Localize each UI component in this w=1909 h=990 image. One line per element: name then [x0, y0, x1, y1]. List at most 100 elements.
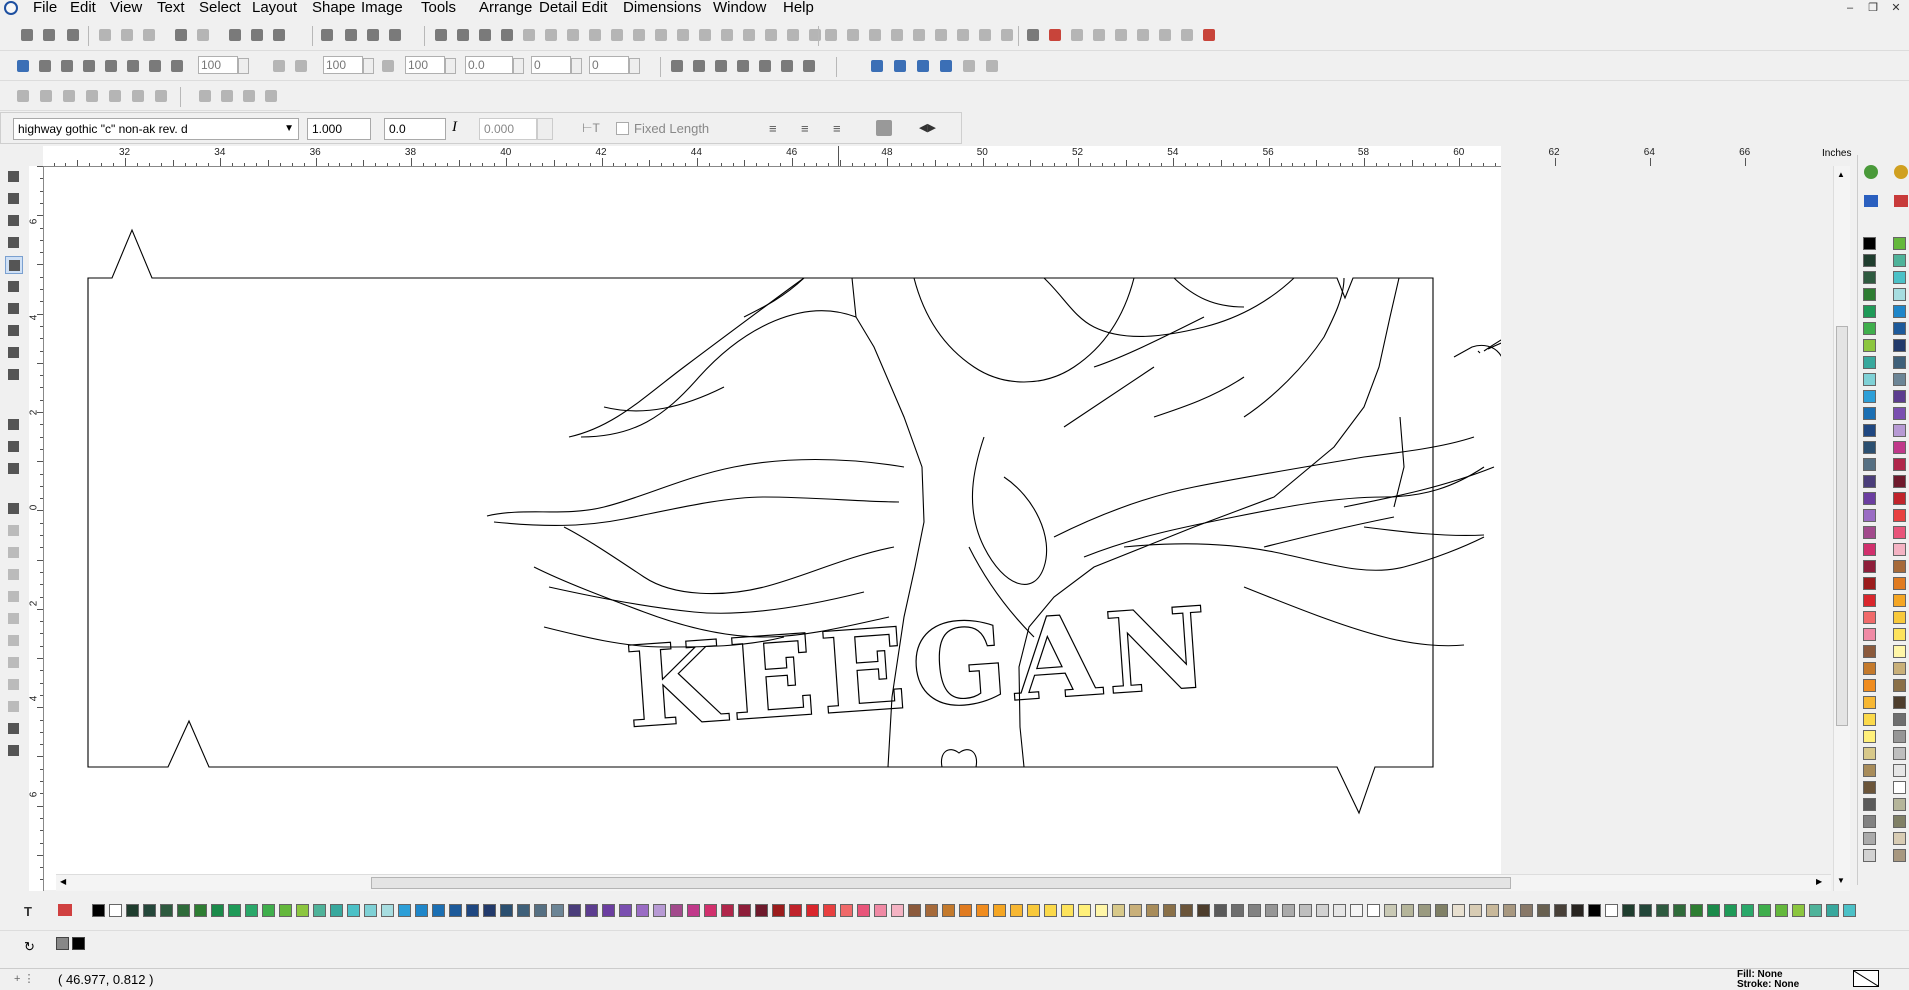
palette-swatch[interactable] — [1863, 764, 1876, 777]
fixed-length-checkbox[interactable] — [616, 122, 629, 135]
palette-swatch[interactable] — [1316, 904, 1329, 917]
palette-swatch[interactable] — [1863, 815, 1876, 828]
palette-swatch[interactable] — [330, 904, 343, 917]
palette-swatch[interactable] — [755, 904, 768, 917]
toolbar-print-icon[interactable] — [226, 26, 244, 44]
palette-swatch[interactable] — [347, 904, 360, 917]
palette-swatch[interactable] — [1863, 492, 1876, 505]
palette-swatch[interactable] — [398, 904, 411, 917]
menu-edit[interactable]: Edit — [70, 0, 96, 17]
toolbar-paste-icon[interactable] — [140, 26, 158, 44]
palette-swatch[interactable] — [959, 904, 972, 917]
toolbar-blend-0-icon[interactable] — [270, 57, 288, 75]
palette-swatch[interactable] — [1163, 904, 1176, 917]
palette-swatch[interactable] — [1893, 271, 1906, 284]
toolbar-detail-0-icon[interactable] — [1024, 26, 1042, 44]
toolbar-detail-6-icon[interactable] — [1156, 26, 1174, 44]
palette-swatch[interactable] — [1863, 458, 1876, 471]
close-button[interactable]: ✕ — [1885, 0, 1907, 16]
toolbar-transparency-icon[interactable] — [379, 57, 397, 75]
palette-swatch[interactable] — [721, 904, 734, 917]
palette-swatch[interactable] — [1588, 904, 1601, 917]
toolbar-next-object-icon[interactable] — [364, 26, 382, 44]
palette-swatch[interactable] — [704, 904, 717, 917]
toolbar-node-2-icon[interactable] — [60, 87, 78, 105]
toolbar-detail-1-icon[interactable] — [1046, 26, 1064, 44]
toolbar-new-icon[interactable] — [18, 26, 36, 44]
toolbar-transform-1-icon[interactable] — [690, 57, 708, 75]
toolbar-help-icon[interactable] — [248, 26, 266, 44]
toolbar-attr-0-icon[interactable] — [14, 57, 32, 75]
palette-swatch[interactable] — [1863, 543, 1876, 556]
toolbar-save-icon[interactable] — [64, 26, 82, 44]
palette-swatch[interactable] — [1863, 373, 1876, 386]
toolbar-node-4-icon[interactable] — [106, 87, 124, 105]
palette-swatch[interactable] — [1863, 509, 1876, 522]
palette-swatch[interactable] — [381, 904, 394, 917]
menu-window[interactable]: Window — [713, 0, 766, 17]
palette-swatch[interactable] — [1622, 904, 1635, 917]
palette-swatch[interactable] — [1863, 730, 1876, 743]
toolbar-blend-1-icon[interactable] — [292, 57, 310, 75]
palette-swatch[interactable] — [1893, 254, 1906, 267]
toolbar-align-4-icon[interactable] — [910, 26, 928, 44]
palette-swatch[interactable] — [1863, 526, 1876, 539]
menu-dimensions[interactable]: Dimensions — [623, 0, 701, 17]
palette-swatch[interactable] — [1863, 237, 1876, 250]
palette-swatch[interactable] — [1863, 679, 1876, 692]
toolbar-attr-7-icon[interactable] — [168, 57, 186, 75]
palette-swatch[interactable] — [1758, 904, 1771, 917]
palette-swatch[interactable] — [1180, 904, 1193, 917]
align-right-icon[interactable]: ≡ — [833, 121, 841, 136]
palette-swatch[interactable] — [1893, 594, 1906, 607]
toolbar-align-8-icon[interactable] — [998, 26, 1016, 44]
palette-swatch[interactable] — [1863, 441, 1876, 454]
menu-arrange[interactable]: Arrange — [479, 0, 532, 17]
toolbar-attr-2-icon[interactable] — [58, 57, 76, 75]
menu-shape[interactable]: Shape — [312, 0, 355, 17]
palette-swatch[interactable] — [1282, 904, 1295, 917]
toolbar-align-2-icon[interactable] — [866, 26, 884, 44]
palette-swatch[interactable] — [908, 904, 921, 917]
palette-swatch[interactable] — [1503, 904, 1516, 917]
palette-swatch[interactable] — [1863, 747, 1876, 760]
align-left-icon[interactable]: ≡ — [769, 121, 777, 136]
palette-swatch[interactable] — [517, 904, 530, 917]
palette-swatch[interactable] — [857, 904, 870, 917]
toolbar-node-0-icon[interactable] — [14, 87, 32, 105]
palette-swatch[interactable] — [1792, 904, 1805, 917]
recent-fill-swatch[interactable] — [56, 937, 69, 950]
palette-swatch[interactable] — [1863, 662, 1876, 675]
palette-swatch[interactable] — [296, 904, 309, 917]
toolbar-zoom-3-icon[interactable] — [937, 57, 955, 75]
offset-tool-icon[interactable] — [5, 544, 23, 562]
palette-swatch[interactable] — [976, 904, 989, 917]
palette-swatch[interactable] — [1248, 904, 1261, 917]
toolbar-zoom-2-icon[interactable] — [914, 57, 932, 75]
palette-globe-icon[interactable] — [1864, 165, 1878, 179]
toolbar-shape-5-icon[interactable] — [542, 26, 560, 44]
palette-swatch[interactable] — [1893, 356, 1906, 369]
palette-swatch[interactable] — [1893, 645, 1906, 658]
vertical-scroll-thumb[interactable] — [1836, 326, 1848, 726]
palette-swatch[interactable] — [1893, 832, 1906, 845]
palette-swatch[interactable] — [1078, 904, 1091, 917]
contour-tool-icon[interactable] — [5, 500, 23, 518]
palette-swatch[interactable] — [1452, 904, 1465, 917]
toolbar-transform-5-icon[interactable] — [778, 57, 796, 75]
palette-swatch[interactable] — [1367, 904, 1380, 917]
shape-tool-icon[interactable] — [5, 234, 23, 252]
palette-swatch[interactable] — [1893, 849, 1906, 862]
palette-swatch[interactable] — [1893, 815, 1906, 828]
horizontal-scroll-thumb[interactable] — [371, 877, 1511, 889]
toolbar-shape-2-icon[interactable] — [476, 26, 494, 44]
toolbar-attr-1-icon[interactable] — [36, 57, 54, 75]
toolbar-zoom-4-icon[interactable] — [960, 57, 978, 75]
scroll-left-icon[interactable]: ◀ — [60, 877, 66, 886]
palette-swatch[interactable] — [1197, 904, 1210, 917]
bridge-tool-icon[interactable] — [5, 610, 23, 628]
palette-swatch[interactable] — [143, 904, 156, 917]
palette-swatch[interactable] — [1418, 904, 1431, 917]
palette-swatch[interactable] — [823, 904, 836, 917]
palette-swatch[interactable] — [1571, 904, 1584, 917]
